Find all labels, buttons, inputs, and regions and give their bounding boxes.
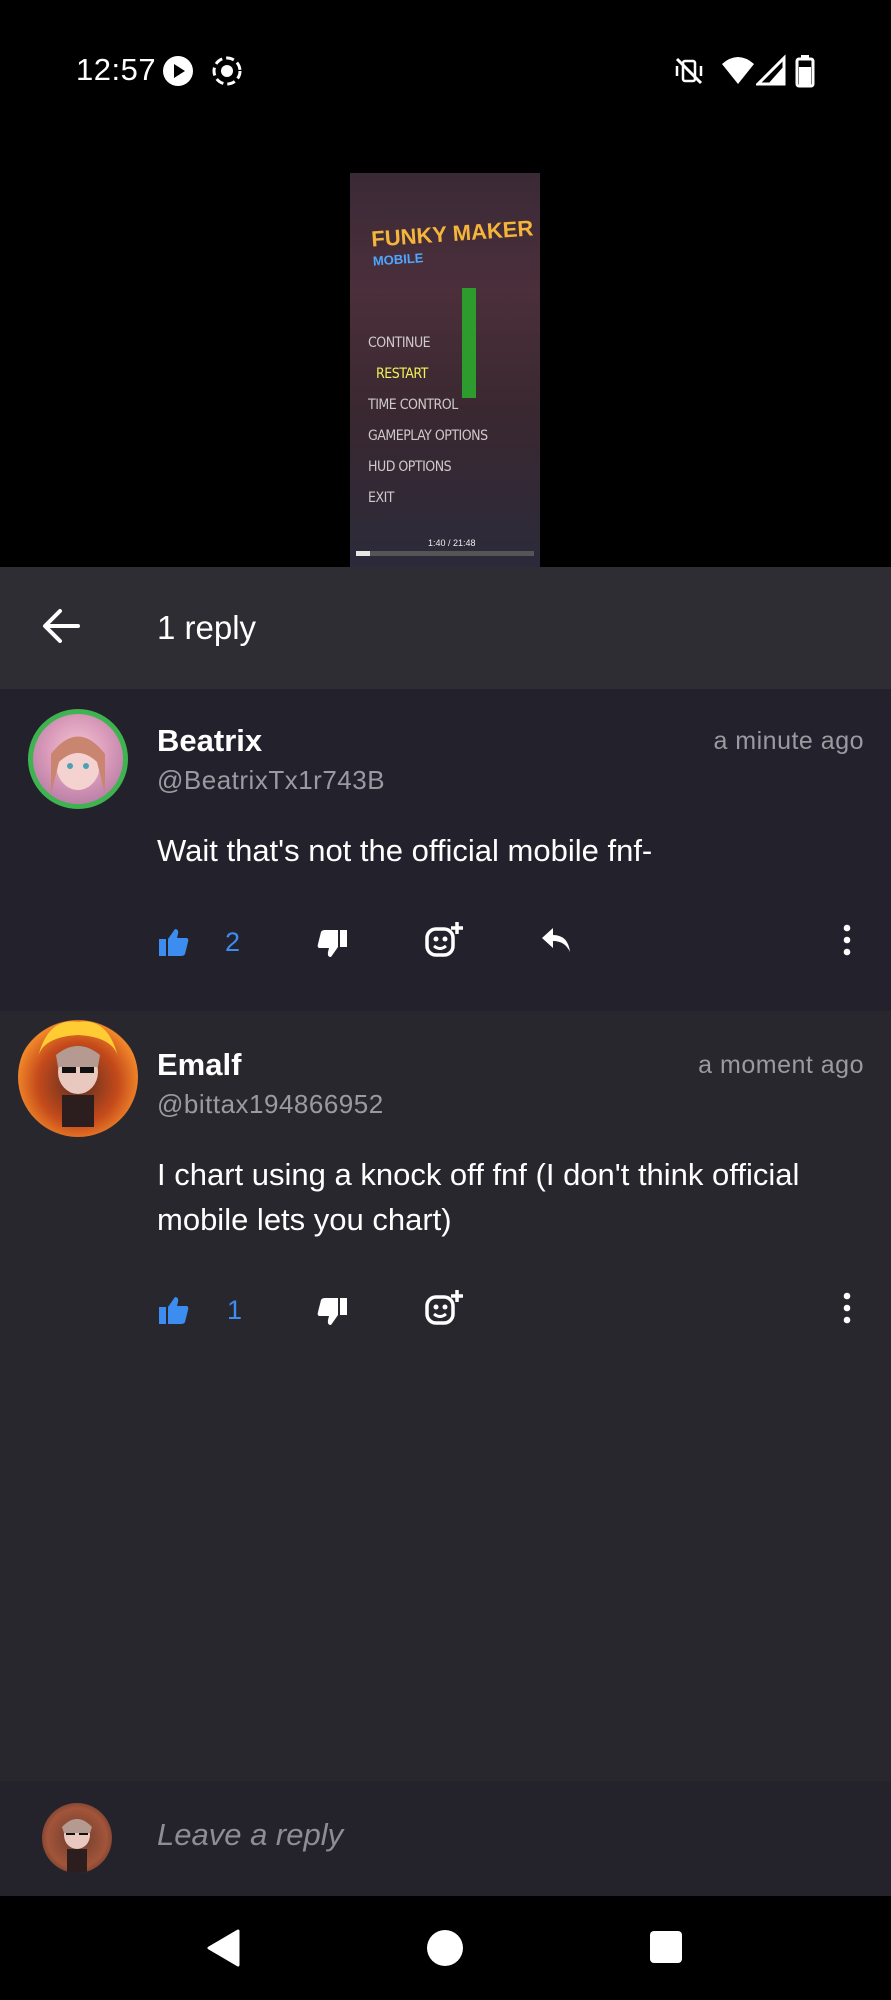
thumbs-down-icon[interactable] [316,929,348,959]
game-pause-menu: CONTINUE RESTART TIME CONTROL GAMEPLAY O… [368,328,488,514]
video-frame: FUNKY MAKER MOBILE CONTINUE RESTART TIME… [350,173,540,567]
game-logo: FUNKY MAKER MOBILE [371,215,536,272]
more-options-icon[interactable] [839,1291,855,1325]
comment-author[interactable]: Emalf [157,1047,241,1083]
comments-list: Beatrix @BeatrixTx1r743B a minute ago Wa… [0,689,891,1781]
more-options-icon[interactable] [839,923,855,957]
signal-icon [756,54,786,86]
comment-text: I chart using a knock off fnf (I don't t… [157,1157,800,1237]
comment-text: Wait that's not the official mobile fnf- [157,833,653,868]
reply-icon[interactable] [539,925,573,955]
reply-composer[interactable]: Leave a reply [0,1781,891,1896]
game-menu-item: GAMEPLAY OPTIONS [368,428,488,444]
back-nav-icon[interactable] [205,1928,241,1968]
avatar-image [51,736,105,794]
current-user-avatar [42,1803,112,1873]
avatar[interactable] [28,709,128,809]
game-menu-item: TIME CONTROL [368,397,458,413]
avatar-image [62,1819,92,1873]
game-menu-item-selected: RESTART [376,366,428,382]
parent-comment: Beatrix @BeatrixTx1r743B a minute ago Wa… [0,689,891,1011]
create-reaction-icon[interactable] [424,1289,464,1327]
create-reaction-icon[interactable] [424,921,464,959]
like-count: 2 [225,927,241,957]
comment-handle[interactable]: @BeatrixTx1r743B [157,765,385,796]
home-nav-icon[interactable] [425,1928,465,1968]
record-icon [212,56,242,86]
thumbs-down-icon[interactable] [316,1297,348,1327]
play-circle-icon [163,56,193,86]
thumbs-up-icon[interactable] [158,927,190,957]
video-timestamp: 1:40 / 21:48 [428,538,476,548]
video-player[interactable]: FUNKY MAKER MOBILE CONTINUE RESTART TIME… [0,145,891,567]
avatar[interactable] [18,1017,138,1137]
wifi-icon [722,57,754,84]
video-progress-fill [356,551,371,556]
game-menu-item: HUD OPTIONS [368,459,452,475]
recents-nav-icon[interactable] [648,1929,684,1965]
status-bar: 12:57 [0,0,891,145]
comment-handle[interactable]: @bittax194866952 [157,1089,384,1120]
system-nav-bar [0,1896,891,2000]
header-title: 1 reply [157,609,257,646]
status-time: 12:57 [76,52,157,87]
like-count: 1 [227,1295,243,1325]
reply-comment: Emalf @bittax194866952 a moment ago I ch… [0,1011,891,1391]
comment-author[interactable]: Beatrix [157,723,262,759]
game-menu-item: EXIT [368,490,394,506]
video-progress-bar[interactable] [356,551,534,556]
comment-time: a moment ago [698,1051,864,1079]
battery-icon [795,55,815,88]
comment-time: a minute ago [713,727,864,755]
back-arrow-icon[interactable] [40,605,82,647]
vibrate-off-icon [675,57,703,85]
replies-header: 1 reply [0,567,891,689]
game-menu-item: CONTINUE [368,335,431,351]
thumbs-up-icon[interactable] [158,1295,190,1325]
reply-input[interactable]: Leave a reply [157,1817,343,1853]
avatar-image [38,1021,118,1127]
